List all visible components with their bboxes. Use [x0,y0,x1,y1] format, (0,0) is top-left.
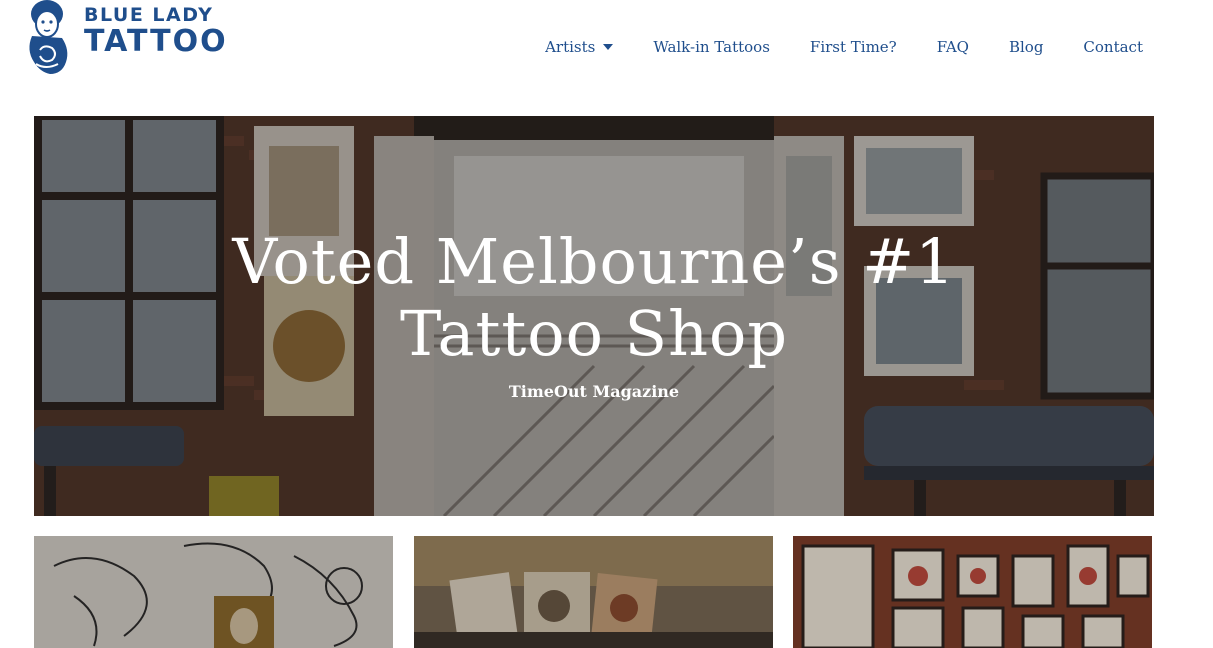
nav-blog[interactable]: Blog [1009,38,1043,56]
logo-text-bottom: TATTOO [84,24,228,59]
nav-artists-label: Artists [545,38,596,56]
flash-drawings-image [34,536,393,648]
hero-banner: Voted Melbourne’s #1 Tattoo Shop TimeOut… [34,116,1154,516]
main-nav: Artists Walk-in Tattoos First Time? FAQ … [545,38,1143,56]
nav-first-time[interactable]: First Time? [810,38,897,56]
hero-title-line1: Voted Melbourne’s #1 [232,225,956,298]
hero-subtitle: TimeOut Magazine [508,382,680,401]
hero-title-line2: Tattoo Shop [399,297,789,370]
framed-art-wall-card[interactable] [793,536,1152,648]
nav-walk-in-tattoos[interactable]: Walk-in Tattoos [653,38,770,56]
caret-down-icon [603,44,614,50]
framed-art-wall-image [793,536,1152,648]
site-logo[interactable]: BLUE LADY TATTOO [22,0,252,78]
feature-cards [34,536,1154,648]
blue-lady-portrait-icon [29,0,68,74]
nav-artists[interactable]: Artists [545,38,614,56]
site-header: BLUE LADY TATTOO Artists Walk-in Tattoos… [0,0,1213,100]
tattoo-cards-card[interactable] [414,536,773,648]
nav-contact[interactable]: Contact [1083,38,1143,56]
tattoo-cards-image [414,536,773,648]
logo-text-top: BLUE LADY [84,4,214,26]
hero-title: Voted Melbourne’s #1 Tattoo Shop [34,226,1154,370]
flash-drawings-card[interactable] [34,536,393,648]
nav-faq[interactable]: FAQ [937,38,969,56]
